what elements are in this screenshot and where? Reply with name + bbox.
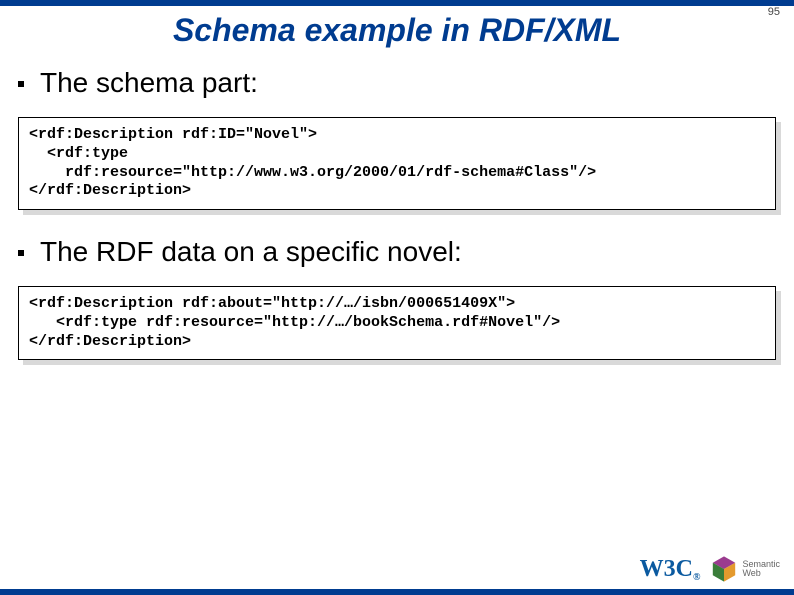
bullet-item: The RDF data on a specific novel: — [14, 236, 780, 268]
code-content: <rdf:Description rdf:ID="Novel"> <rdf:ty… — [18, 117, 776, 210]
bullet-dot-icon — [18, 250, 24, 256]
bullet-text: The schema part: — [40, 67, 258, 99]
code-block: <rdf:Description rdf:about="http://…/isb… — [18, 286, 776, 360]
bullet-text: The RDF data on a specific novel: — [40, 236, 462, 268]
bullet-item: The schema part: — [14, 67, 780, 99]
sw-text-line2: Web — [742, 569, 780, 578]
slide-number: 95 — [768, 6, 780, 18]
semantic-web-logo-icon: Semantic Web — [710, 555, 780, 583]
slide-content: The schema part: <rdf:Description rdf:ID… — [0, 67, 794, 360]
top-border — [0, 0, 794, 6]
bullet-dot-icon — [18, 81, 24, 87]
code-content: <rdf:Description rdf:about="http://…/isb… — [18, 286, 776, 360]
code-block: <rdf:Description rdf:ID="Novel"> <rdf:ty… — [18, 117, 776, 210]
footer-logos: W3C® Semantic Web — [640, 555, 780, 583]
w3c-logo-icon: W3C® — [640, 556, 701, 583]
slide-title: Schema example in RDF/XML — [0, 12, 794, 49]
bottom-border — [0, 589, 794, 595]
